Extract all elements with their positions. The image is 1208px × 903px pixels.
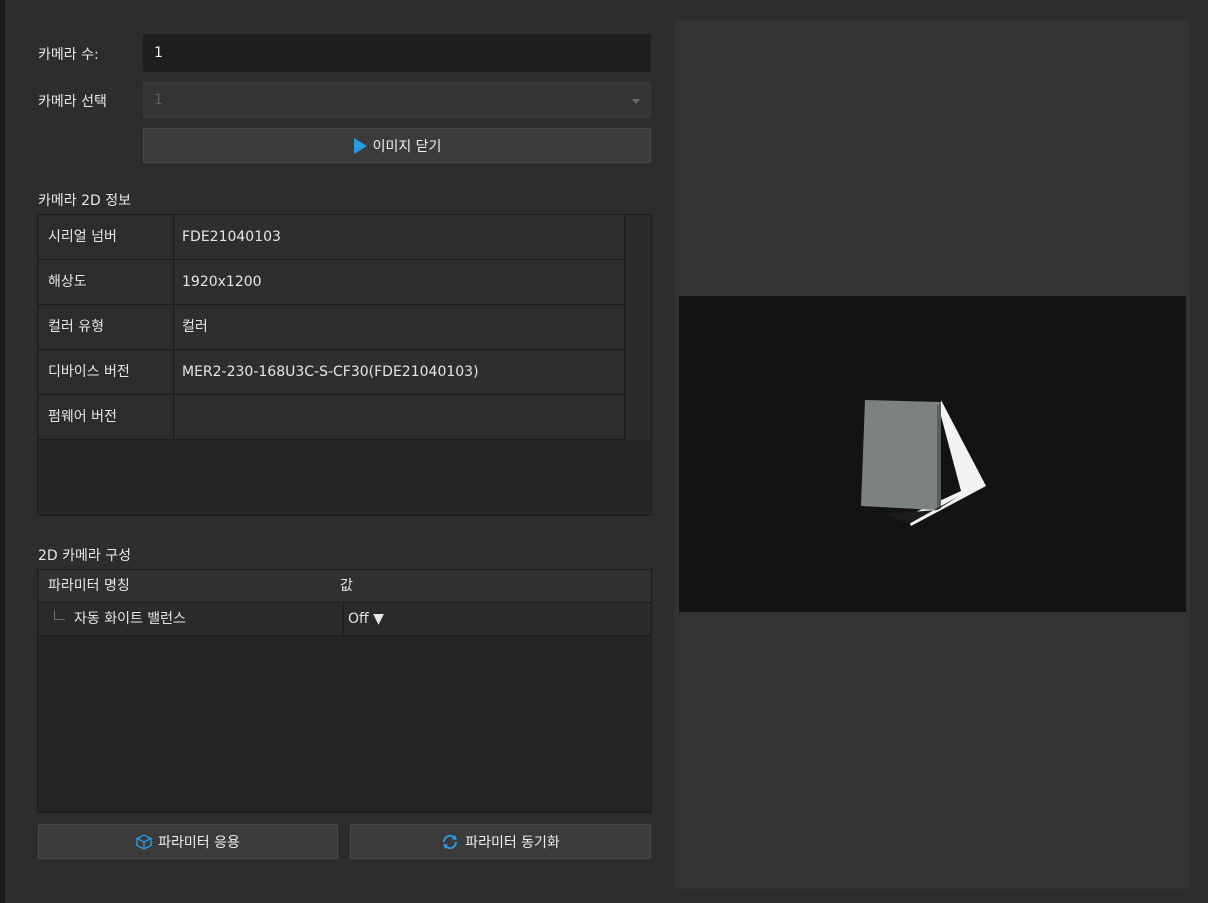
info-value [175,395,624,439]
param-name: 자동 화이트 밸런스 [74,611,186,627]
info-row-color-type: 컬러 유형 컬러 [38,305,624,350]
cube-icon [136,833,153,850]
camera-select-dropdown[interactable]: 1 [143,82,651,118]
close-image-label: 이미지 닫기 [372,138,442,155]
camera-image[interactable] [679,296,1186,612]
param-value-dropdown[interactable]: Off ▼ [348,603,384,635]
info-row-firmware-version: 펌웨어 버전 [38,395,624,440]
info-value: FDE21040103 [175,215,624,259]
camera-count-label: 카메라 수: [38,47,99,63]
tree-branch-icon [54,610,65,620]
apply-parameters-label: 파라미터 응용 [158,834,240,851]
info-key: 펌웨어 버전 [38,395,174,439]
column-divider [343,603,344,635]
camera-config-title: 2D 카메라 구성 [38,548,131,564]
close-image-button[interactable]: 이미지 닫기 [143,128,651,163]
info-key: 디바이스 버전 [38,350,174,394]
camera-info-title: 카메라 2D 정보 [38,193,131,209]
sync-parameters-button[interactable]: 파라미터 동기화 [350,824,651,859]
camera-select-label: 카메라 선택 [38,94,107,110]
info-row-device-version: 디바이스 버전 MER2-230-168U3C-S-CF30(FDE210401… [38,350,624,395]
info-key: 해상도 [38,260,174,304]
sync-parameters-label: 파라미터 동기화 [465,834,560,851]
info-key: 컬러 유형 [38,305,174,349]
info-row-resolution: 해상도 1920x1200 [38,260,624,305]
param-value-header: 값 [340,578,353,594]
info-key: 시리얼 넘버 [38,215,174,259]
info-value: 컬러 [175,305,624,349]
param-table-header: 파라미터 명칭 값 [38,570,651,603]
param-row-auto-white-balance[interactable]: 자동 화이트 밸런스 Off ▼ [38,603,651,636]
play-icon [353,137,367,154]
camera-config-table: 파라미터 명칭 값 자동 화이트 밸런스 Off ▼ [37,569,652,813]
param-name-header: 파라미터 명칭 [48,578,130,594]
info-value: 1920x1200 [175,260,624,304]
info-scroll-area[interactable] [624,215,651,441]
info-value: MER2-230-168U3C-S-CF30(FDE21040103) [175,350,624,394]
chevron-down-icon [632,99,640,104]
camera-count-input[interactable]: 1 [143,34,651,72]
refresh-icon [441,833,459,851]
info-row-serial: 시리얼 넘버 FDE21040103 [38,215,624,260]
camera-image-content [679,296,1186,612]
camera-select-value: 1 [154,92,163,108]
apply-parameters-button[interactable]: 파라미터 응용 [38,824,338,859]
camera-info-table: 시리얼 넘버 FDE21040103 해상도 1920x1200 컬러 유형 컬… [37,214,652,516]
